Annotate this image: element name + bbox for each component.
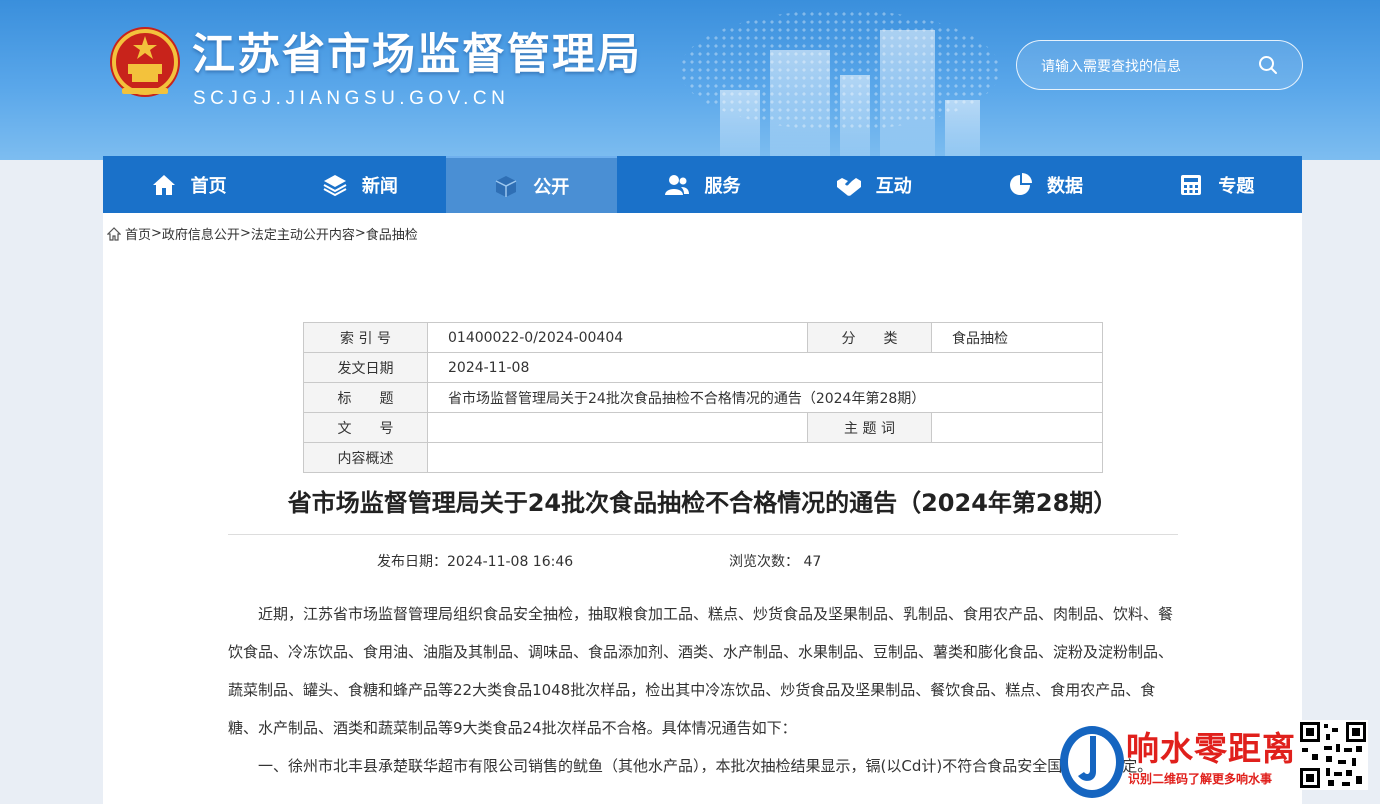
- home-icon: [152, 174, 175, 195]
- view-count: 浏览次数： 47: [729, 551, 821, 571]
- meta-date-value: 2024-11-08: [427, 352, 1103, 383]
- layers-icon: [323, 174, 347, 196]
- nav-item-public[interactable]: 公开: [445, 156, 617, 213]
- breadcrumb: 首页 > 政府信息公开 > 法定主动公开内容 > 食品抽检: [107, 224, 418, 243]
- banner-building: [720, 90, 760, 160]
- banner-building: [880, 30, 935, 160]
- nav-item-label: 新闻: [361, 175, 398, 197]
- watermark: 响水零距离 识别二维码了解更多响水事: [1056, 716, 1380, 804]
- nav-item-label: 公开: [533, 176, 570, 198]
- calculator-icon: [1181, 174, 1202, 195]
- banner-building: [945, 100, 980, 160]
- nav-item-topic[interactable]: 专题: [1131, 156, 1302, 213]
- article-body: 近期，江苏省市场监督管理局组织食品安全抽检，抽取粮食加工品、糕点、炒货食品及坚果…: [228, 595, 1178, 785]
- table-row: 内容概述: [303, 442, 1103, 473]
- nav-item-label: 互动: [875, 175, 912, 197]
- search-icon[interactable]: [1258, 55, 1278, 75]
- view-count-value: 47: [803, 554, 822, 570]
- meta-keywords-value: [931, 412, 1103, 443]
- breadcrumb-separator: >: [354, 226, 366, 241]
- site-title: 江苏省市场监督管理局: [192, 30, 642, 80]
- meta-summary-value: [427, 442, 1103, 473]
- nav-item-label: 首页: [190, 175, 227, 197]
- publish-date: 发布日期：2024-11-08 16:46: [377, 551, 573, 571]
- article-paragraph: 近期，江苏省市场监督管理局组织食品安全抽检，抽取粮食加工品、糕点、炒货食品及坚果…: [228, 605, 1174, 737]
- search-placeholder: 请输入需要查找的信息: [1041, 59, 1181, 75]
- watermark-subtitle: 识别二维码了解更多响水事: [1128, 772, 1273, 786]
- breadcrumb-item[interactable]: 法定主动公开内容: [251, 224, 355, 243]
- breadcrumb-item[interactable]: 政府信息公开: [162, 224, 240, 243]
- publish-date-value: 2024-11-08 16:46: [447, 554, 574, 570]
- search-input[interactable]: 请输入需要查找的信息: [1016, 40, 1303, 90]
- watermark-title: 响水零距离: [1126, 729, 1296, 768]
- meta-title-value: 省市场监督管理局关于24批次食品抽检不合格情况的通告（2024年第28期）: [427, 382, 1103, 413]
- meta-doc-no-label: 文 号: [303, 412, 428, 443]
- banner-building: [840, 75, 870, 160]
- meta-keywords-label: 主 题 词: [807, 412, 932, 443]
- nav-item-news[interactable]: 新闻: [274, 156, 445, 213]
- nav-item-label: 数据: [1047, 175, 1084, 197]
- watermark-logo-icon: [1060, 726, 1124, 798]
- pie-chart-icon: [1010, 172, 1033, 195]
- home-icon: [107, 226, 121, 241]
- box-icon: [495, 175, 517, 197]
- article-title: 省市场监督管理局关于24批次食品抽检不合格情况的通告（2024年第28期）: [287, 489, 1118, 517]
- table-row: 文 号 主 题 词: [303, 412, 1103, 443]
- meta-index-value: 01400022-0/2024-00404: [427, 322, 808, 353]
- breadcrumb-separator: >: [239, 226, 251, 241]
- national-emblem-icon: [110, 27, 180, 97]
- header-banner: 江苏省市场监督管理局 SCJGJ.JIANGSU.GOV.CN 请输入需要查找的…: [0, 0, 1380, 160]
- meta-index-label: 索 引 号: [303, 322, 428, 353]
- table-row: 标 题 省市场监督管理局关于24批次食品抽检不合格情况的通告（2024年第28期…: [303, 382, 1103, 413]
- nav-item-interact[interactable]: 互动: [788, 156, 959, 213]
- table-row: 发文日期 2024-11-08: [303, 352, 1103, 383]
- site-domain: SCJGJ.JIANGSU.GOV.CN: [193, 88, 510, 109]
- meta-doc-no-value: [427, 412, 808, 443]
- qr-code-icon: [1298, 720, 1368, 790]
- meta-date-label: 发文日期: [303, 352, 428, 383]
- nav-item-data[interactable]: 数据: [959, 156, 1130, 213]
- nav-item-label: 专题: [1218, 175, 1255, 197]
- meta-title-label: 标 题: [303, 382, 428, 413]
- view-count-label: 浏览次数：: [729, 554, 799, 570]
- nav-item-service[interactable]: 服务: [617, 156, 788, 213]
- meta-category-label: 分 类: [807, 322, 932, 353]
- handshake-icon: [836, 177, 861, 196]
- meta-category-value: 食品抽检: [931, 322, 1103, 353]
- breadcrumb-separator: >: [151, 226, 162, 241]
- breadcrumb-item[interactable]: 食品抽检: [366, 224, 418, 243]
- table-row: 索 引 号 01400022-0/2024-00404 分 类 食品抽检: [303, 322, 1103, 353]
- nav-item-label: 服务: [704, 175, 741, 197]
- meta-summary-label: 内容概述: [303, 442, 428, 473]
- main-nav: 首页 新闻 公开 服务 互动 数据 专题: [103, 156, 1302, 213]
- breadcrumb-home[interactable]: 首页: [125, 224, 151, 243]
- users-icon: [665, 174, 690, 195]
- banner-building: [770, 50, 830, 160]
- document-meta-table: 索 引 号 01400022-0/2024-00404 分 类 食品抽检 发文日…: [303, 322, 1103, 473]
- article-paragraph: 一、徐州市北丰县承楚联华超市有限公司销售的鱿鱼（其他水产品），本批次抽检结果显示…: [258, 757, 1153, 775]
- nav-item-home[interactable]: 首页: [103, 156, 274, 213]
- divider: [228, 534, 1178, 535]
- publish-date-label: 发布日期：: [377, 554, 447, 570]
